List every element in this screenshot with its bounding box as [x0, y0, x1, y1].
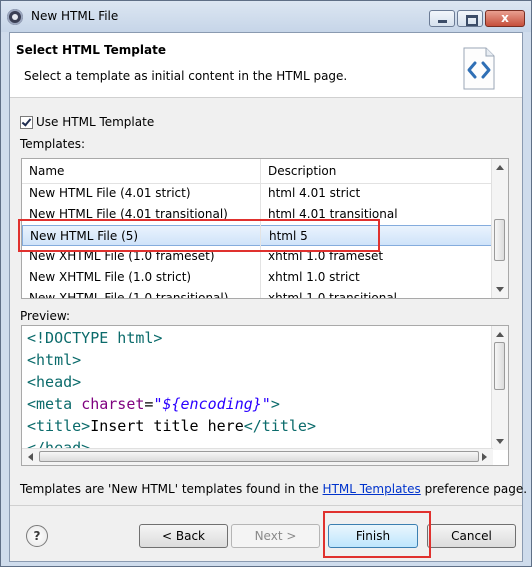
html-file-icon — [463, 47, 495, 90]
preview-horizontal-scrollbar[interactable] — [22, 448, 493, 465]
scroll-down-icon[interactable] — [496, 439, 504, 444]
code-tag: <head> — [27, 373, 82, 391]
table-row[interactable]: New XHTML File (1.0 transitional) xhtml … — [22, 288, 493, 299]
help-icon: ? — [33, 529, 41, 543]
info-text: Templates are 'New HTML' templates found… — [20, 482, 527, 496]
template-description: html 4.01 strict — [268, 186, 361, 200]
wizard-header: Select HTML Template Select a template a… — [10, 33, 522, 98]
close-icon: x — [501, 11, 509, 25]
preview-line: <title>Insert title here</title> — [27, 417, 316, 435]
table-row[interactable]: New HTML File (4.01 strict) html 4.01 st… — [22, 183, 493, 204]
code-text: Insert title here — [90, 417, 244, 435]
close-button[interactable]: x — [485, 10, 525, 27]
code-attribute: charset — [81, 395, 145, 413]
minimize-icon — [438, 20, 447, 23]
minimize-button[interactable] — [429, 10, 455, 27]
code-tag: <meta — [27, 395, 73, 413]
title-bar[interactable]: New HTML File x — [1, 1, 531, 32]
scroll-up-icon[interactable] — [496, 165, 504, 170]
template-description: xhtml 1.0 strict — [268, 270, 360, 284]
code-tag: </title> — [243, 417, 316, 435]
highlight-selected-row — [18, 219, 380, 252]
code-tag: > — [270, 395, 280, 413]
next-button[interactable]: Next > — [231, 524, 320, 548]
table-header: Name Description — [22, 159, 493, 184]
scroll-right-icon[interactable] — [482, 453, 487, 461]
info-prefix: Templates are 'New HTML' templates found… — [20, 482, 323, 496]
templates-scrollbar[interactable] — [491, 159, 508, 298]
info-suffix: preference page. — [420, 482, 528, 496]
code-tag: <!DOCTYPE html> — [27, 329, 163, 347]
scroll-up-icon[interactable] — [496, 332, 504, 337]
preview-line: <head> — [27, 373, 81, 391]
page-title: Select HTML Template — [16, 43, 166, 57]
maximize-icon — [466, 15, 478, 26]
code-tag: <html> — [27, 351, 82, 369]
scrollbar-thumb[interactable] — [39, 451, 479, 462]
preview-vertical-scrollbar[interactable] — [491, 326, 508, 450]
scrollbar-thumb[interactable] — [494, 342, 505, 390]
scroll-left-icon[interactable] — [28, 453, 33, 461]
preview-line: <html> — [27, 351, 81, 369]
help-button[interactable]: ? — [26, 525, 48, 547]
scroll-down-icon[interactable] — [496, 287, 504, 292]
templates-label: Templates: — [20, 137, 86, 151]
maximize-button[interactable] — [457, 10, 483, 27]
column-header-description[interactable]: Description — [268, 164, 336, 178]
dialog-window: New HTML File x Select HTML Template Sel… — [0, 0, 532, 567]
use-template-checkbox[interactable] — [20, 116, 33, 129]
code-string: "${encoding}" — [153, 395, 271, 413]
code-tag: <title> — [27, 417, 91, 435]
eclipse-icon — [7, 9, 23, 25]
dialog-body: Select HTML Template Select a template a… — [9, 32, 527, 562]
preview-line: <!DOCTYPE html> — [27, 329, 162, 347]
preview-pane[interactable]: <!DOCTYPE html> <html> <head> <meta char… — [21, 325, 509, 466]
scrollbar-thumb[interactable] — [494, 219, 505, 261]
back-button[interactable]: < Back — [139, 524, 228, 548]
preview-line: <meta charset="${encoding}"> — [27, 395, 280, 413]
highlight-finish-button — [323, 511, 431, 558]
page-description: Select a template as initial content in … — [24, 69, 348, 83]
use-template-label[interactable]: Use HTML Template — [36, 115, 154, 129]
footer-divider — [10, 505, 522, 506]
template-name: New XHTML File (1.0 transitional) — [29, 291, 229, 299]
window-title: New HTML File — [31, 9, 119, 23]
template-name: New HTML File (4.01 strict) — [29, 186, 191, 200]
template-description: xhtml 1.0 transitional — [268, 291, 398, 299]
table-row[interactable]: New XHTML File (1.0 strict) xhtml 1.0 st… — [22, 267, 493, 288]
html-templates-link[interactable]: HTML Templates — [323, 482, 421, 496]
cancel-button[interactable]: Cancel — [427, 524, 516, 548]
preview-label: Preview: — [20, 309, 71, 323]
template-name: New XHTML File (1.0 strict) — [29, 270, 192, 284]
column-header-name[interactable]: Name — [29, 164, 64, 178]
